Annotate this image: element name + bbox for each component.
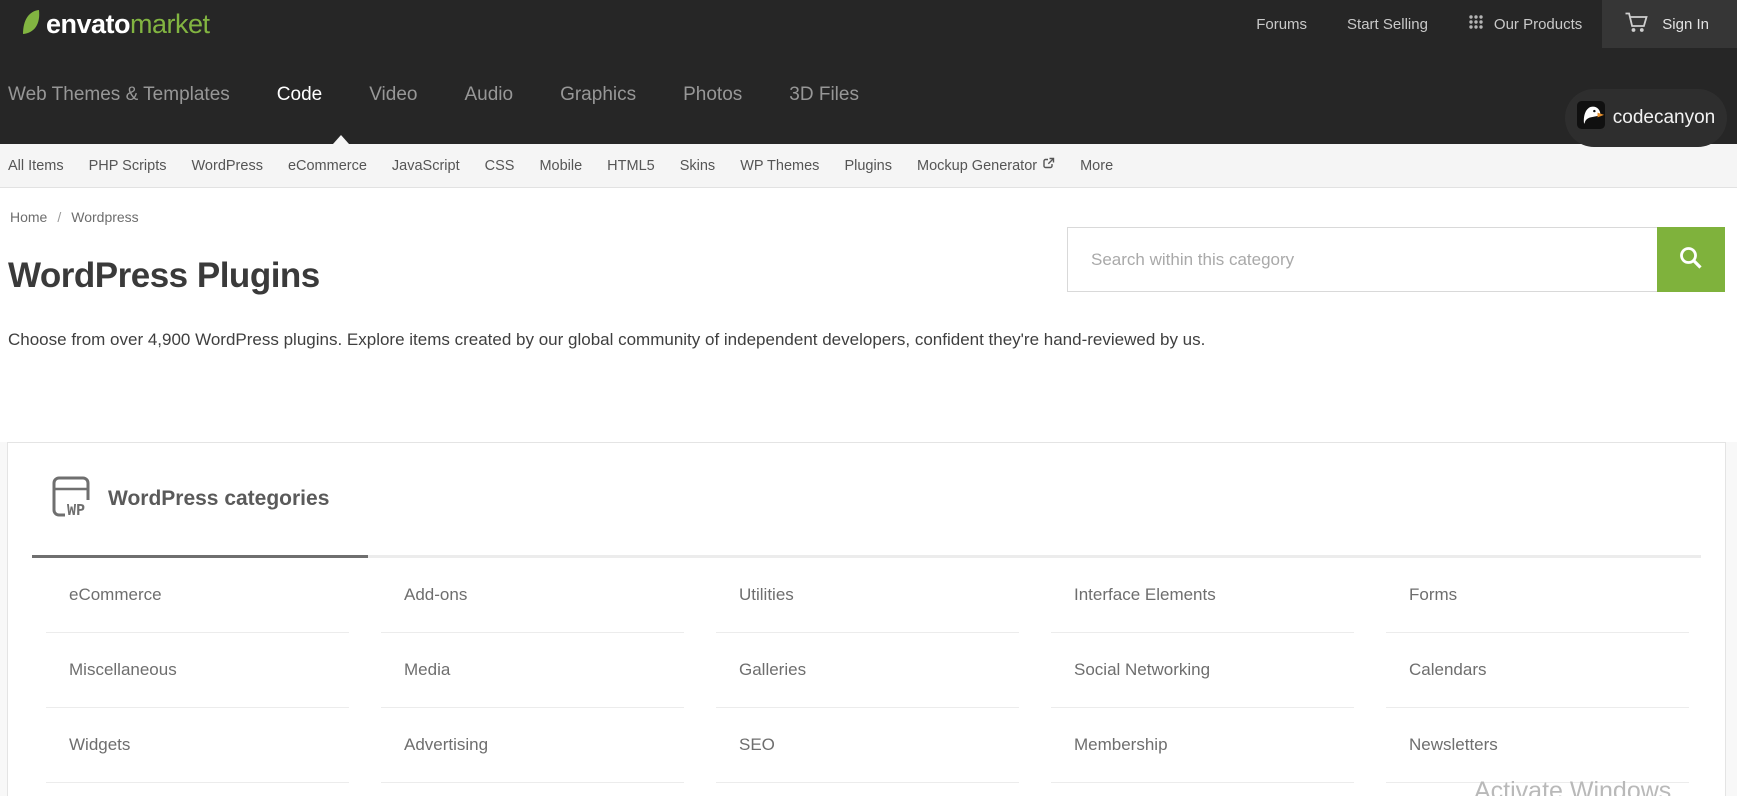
logo-envato: envato — [46, 8, 131, 39]
subnav-php-scripts[interactable]: PHP Scripts — [89, 158, 167, 174]
category-widgets[interactable]: Widgets — [46, 708, 349, 783]
forums-link[interactable]: Forums — [1256, 16, 1307, 33]
our-products-label: Our Products — [1493, 15, 1583, 33]
page-hero: Home / Wordpress WordPress Plugins Choos… — [0, 188, 1737, 377]
topbar: envatomarket Forums Start Selling Our Pr… — [0, 0, 1737, 48]
codecanyon-bird-icon — [1576, 101, 1605, 135]
nav-audio[interactable]: Audio — [464, 82, 513, 108]
subnav-wp-themes[interactable]: WP Themes — [740, 158, 819, 174]
category-media[interactable]: Media — [381, 633, 684, 708]
subnav-more[interactable]: More — [1080, 158, 1113, 174]
page-description: Choose from over 4,900 WordPress plugins… — [8, 330, 1206, 349]
nav-code[interactable]: Code — [277, 82, 322, 108]
site-header: envatomarket Forums Start Selling Our Pr… — [0, 0, 1737, 144]
envato-market-logo[interactable]: envatomarket — [18, 8, 210, 41]
sign-in-button[interactable]: Sign In — [1602, 0, 1737, 48]
category-subnav: All Items PHP Scripts WordPress eCommerc… — [0, 135, 1737, 188]
category-calendars[interactable]: Calendars — [1386, 633, 1689, 708]
codecanyon-badge-label: codecanyon — [1612, 107, 1716, 128]
logo-market: market — [130, 8, 210, 39]
main-nav: Web Themes & Templates Code Video Audio … — [0, 82, 1737, 108]
search-icon — [1678, 245, 1704, 274]
page-title: WordPress Plugins — [8, 256, 320, 295]
category-search — [1067, 227, 1725, 292]
category-social-networking[interactable]: Social Networking — [1051, 633, 1354, 708]
category-ecommerce[interactable]: eCommerce — [46, 558, 349, 633]
category-miscellaneous[interactable]: Miscellaneous — [46, 633, 349, 708]
subnav-mockup-generator[interactable]: Mockup Generator — [917, 157, 1055, 174]
sign-in-label: Sign In — [1662, 15, 1709, 33]
wordpress-categories-card: WP WordPress categories eCommerce Add-on… — [7, 442, 1726, 796]
category-grid: eCommerce Add-ons Utilities Interface El… — [8, 558, 1725, 783]
content-band: WP WordPress categories eCommerce Add-on… — [0, 442, 1737, 796]
cart-icon — [1624, 11, 1648, 37]
active-tab-indicator — [32, 555, 368, 558]
search-button[interactable] — [1657, 227, 1725, 292]
category-forms[interactable]: Forms — [1386, 558, 1689, 633]
external-link-icon — [1042, 157, 1055, 174]
our-products-menu[interactable]: Our Products — [1468, 14, 1582, 34]
category-galleries[interactable]: Galleries — [716, 633, 1019, 708]
category-membership[interactable]: Membership — [1051, 708, 1354, 783]
breadcrumb: Home / Wordpress — [10, 209, 139, 225]
logo-text: envatomarket — [46, 9, 210, 40]
category-advertising[interactable]: Advertising — [381, 708, 684, 783]
category-add-ons[interactable]: Add-ons — [381, 558, 684, 633]
tab-underline — [32, 555, 1701, 558]
codecanyon-badge[interactable]: codecanyon — [1565, 89, 1727, 147]
active-nav-caret — [333, 135, 349, 144]
envato-leaf-icon — [18, 8, 42, 41]
category-newsletters[interactable]: Newsletters — [1386, 708, 1689, 783]
subnav-all-items[interactable]: All Items — [8, 158, 64, 174]
category-interface-elements[interactable]: Interface Elements — [1051, 558, 1354, 633]
breadcrumb-separator: / — [57, 209, 62, 225]
subnav-plugins[interactable]: Plugins — [844, 158, 892, 174]
grid-icon — [1468, 14, 1484, 34]
subnav-wordpress[interactable]: WordPress — [192, 158, 263, 174]
card-header: WP WordPress categories — [8, 443, 1725, 555]
nav-3d-files[interactable]: 3D Files — [789, 82, 859, 108]
activate-windows-watermark: Activate Windows — [1474, 777, 1672, 796]
svg-text:WP: WP — [67, 501, 85, 519]
start-selling-link[interactable]: Start Selling — [1347, 16, 1428, 33]
card-title: WordPress categories — [108, 487, 330, 510]
subnav-skins[interactable]: Skins — [680, 158, 715, 174]
breadcrumb-home[interactable]: Home — [10, 209, 47, 225]
subnav-mobile[interactable]: Mobile — [539, 158, 582, 174]
category-utilities[interactable]: Utilities — [716, 558, 1019, 633]
nav-video[interactable]: Video — [369, 82, 417, 108]
breadcrumb-wordpress[interactable]: Wordpress — [71, 209, 138, 225]
search-input[interactable] — [1067, 227, 1657, 292]
subnav-html5[interactable]: HTML5 — [607, 158, 655, 174]
mockup-generator-label: Mockup Generator — [917, 157, 1038, 174]
subnav-javascript[interactable]: JavaScript — [392, 158, 460, 174]
subnav-ecommerce[interactable]: eCommerce — [288, 158, 367, 174]
topbar-right: Forums Start Selling Our Products Sign I… — [1256, 0, 1737, 48]
category-seo[interactable]: SEO — [716, 708, 1019, 783]
subnav-css[interactable]: CSS — [485, 158, 515, 174]
nav-web-themes[interactable]: Web Themes & Templates — [8, 82, 230, 108]
wp-window-icon: WP — [52, 475, 92, 524]
nav-graphics[interactable]: Graphics — [560, 82, 636, 108]
nav-photos[interactable]: Photos — [683, 82, 742, 108]
